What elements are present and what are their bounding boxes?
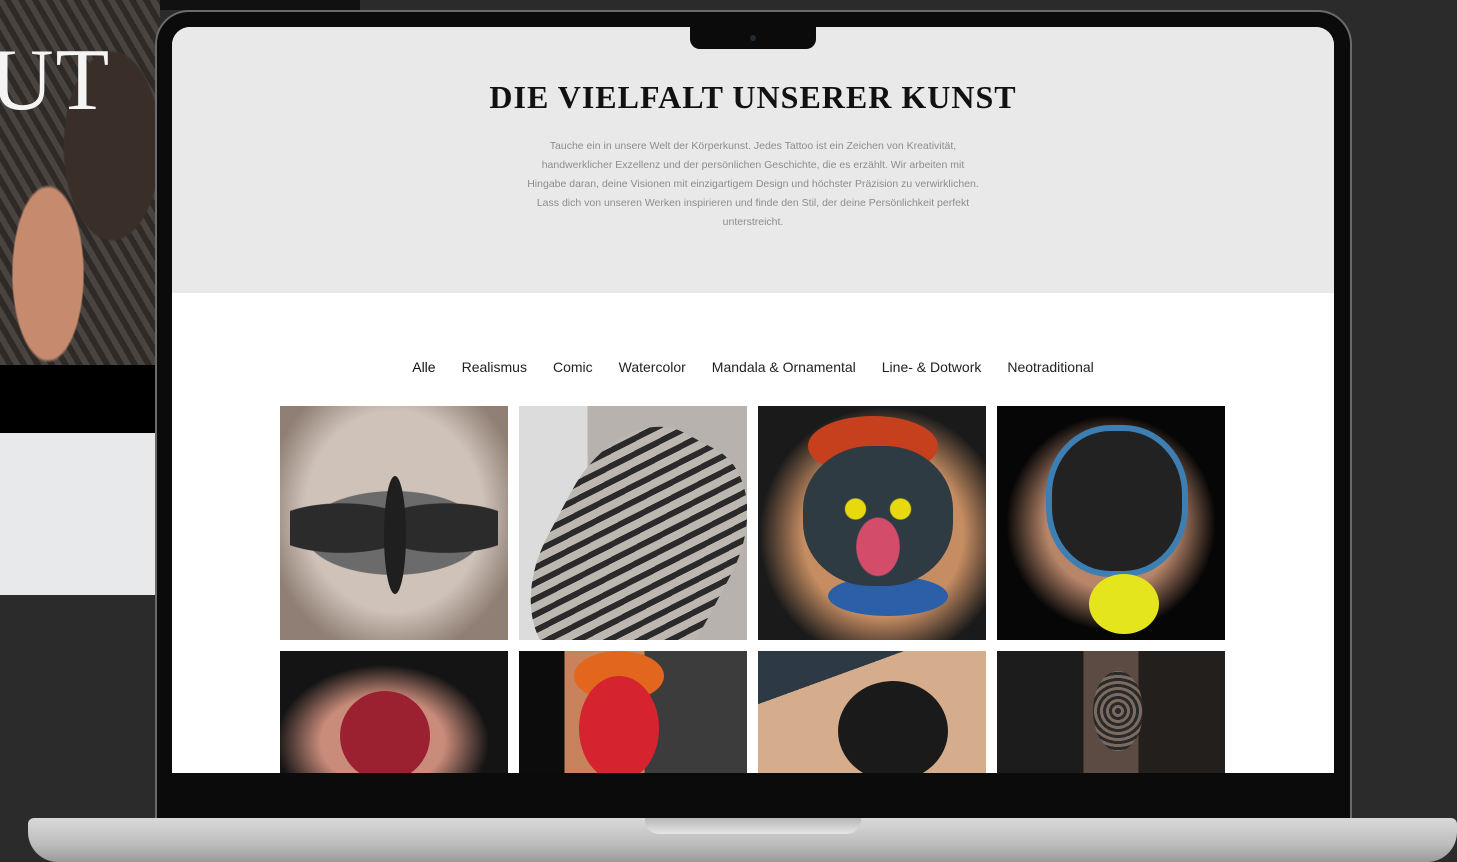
dragon-face-image <box>803 446 953 586</box>
page-title: DIE VIELFALT UNSERER KUNST <box>489 79 1017 115</box>
mandala-image <box>1093 671 1143 751</box>
hero-description: Tauche ein in unsere Welt der Körperkuns… <box>527 140 979 228</box>
tennis-ball-image <box>1089 574 1159 634</box>
dog-head-image <box>1052 431 1182 571</box>
gallery-item-venom-calf-tattoo[interactable] <box>280 651 508 773</box>
venom-figure-image <box>340 691 430 773</box>
gallery-item-mandala-dotwork-tattoo[interactable] <box>997 651 1225 773</box>
gallery-item-dog-tennis-ball-calf-tattoo[interactable] <box>997 406 1225 640</box>
gallery-item-rottweiler-portrait-tattoo[interactable] <box>758 651 986 773</box>
filter-watercolor[interactable]: Watercolor <box>619 359 686 375</box>
filter-alle[interactable]: Alle <box>412 359 435 375</box>
filter-mandala-ornamental[interactable]: Mandala & Ornamental <box>712 359 856 375</box>
filter-comic[interactable]: Comic <box>553 359 593 375</box>
hero-section: DIE VIELFALT UNSERER KUNST Tauche ein in… <box>172 27 1334 293</box>
laptop-opening-notch <box>645 818 861 834</box>
laptop-screen: DIE VIELFALT UNSERER KUNST Tauche ein in… <box>172 27 1334 773</box>
background-top-strip <box>160 0 360 10</box>
rottweiler-image <box>838 681 948 773</box>
filter-neotraditional[interactable]: Neotraditional <box>1007 359 1093 375</box>
filter-line-dotwork[interactable]: Line- & Dotwork <box>882 359 982 375</box>
gallery-item-hibiscus-flower-tattoo[interactable] <box>519 651 747 773</box>
hibiscus-flower-image <box>579 676 659 773</box>
gallery-item-skeleton-forearm-tattoo[interactable] <box>519 406 747 640</box>
moth-body-image <box>384 476 406 594</box>
tattoo-gallery <box>280 406 1225 773</box>
background-light-band <box>0 433 160 595</box>
background-heading: UT <box>0 32 112 129</box>
background-black-band <box>0 365 160 433</box>
gallery-item-moth-back-tattoo[interactable] <box>280 406 508 640</box>
skeleton-arm-image <box>519 406 747 640</box>
gallery-filter-bar: Alle Realismus Comic Watercolor Mandala … <box>172 359 1334 375</box>
filter-realismus[interactable]: Realismus <box>462 359 527 375</box>
gallery-item-toothless-dragon-calf-tattoo[interactable] <box>758 406 986 640</box>
camera-notch <box>690 27 816 49</box>
camera-icon <box>750 35 756 41</box>
